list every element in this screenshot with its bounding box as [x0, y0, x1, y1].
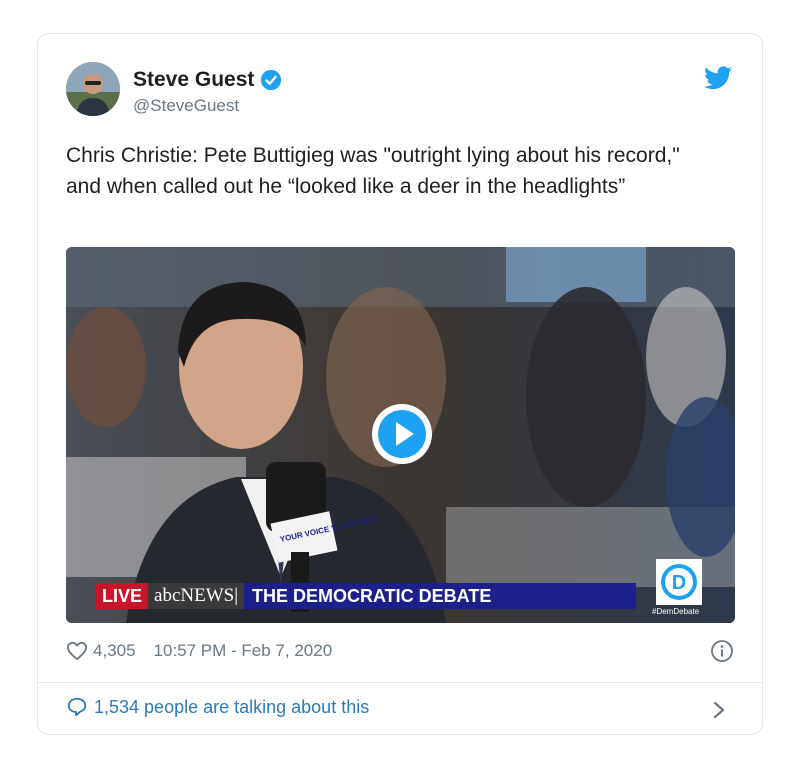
conversation-text: 1,534 people are talking about this	[94, 696, 370, 717]
dnc-hashtag: #DemDebate	[652, 607, 700, 616]
speech-bubble-icon	[67, 697, 87, 717]
like-count[interactable]: 4,305	[93, 641, 136, 661]
conversation-link[interactable]: 1,534 people are talking about this	[66, 696, 369, 718]
dnc-logo-icon: D	[656, 559, 702, 605]
author-name[interactable]: Steve Guest	[133, 68, 254, 92]
author-handle[interactable]: @SteveGuest	[133, 96, 239, 116]
tweet-timestamp[interactable]: 10:57 PM - Feb 7, 2020	[154, 641, 333, 661]
play-icon[interactable]	[370, 402, 434, 466]
network-label: abcNEWS|	[148, 583, 245, 609]
svg-text:D: D	[672, 572, 686, 594]
tweet-text: Chris Christie: Pete Buttigieg was "outr…	[66, 144, 680, 198]
tweet-card: Steve Guest @SteveGuest Chris Christie: …	[37, 33, 763, 735]
video-player[interactable]: YOUR VOICE YOUR VOTE LIVE abcNEWS| THE D…	[66, 247, 735, 623]
tweet-meta: 4,305 10:57 PM - Feb 7, 2020	[66, 641, 332, 661]
heart-icon[interactable]	[66, 641, 88, 661]
chevron-right-icon[interactable]	[712, 700, 726, 720]
live-label: LIVE	[96, 583, 149, 609]
info-icon[interactable]	[710, 639, 734, 663]
author-row: Steve Guest	[133, 68, 282, 92]
verified-badge-icon	[261, 69, 282, 91]
news-chyron: LIVE abcNEWS| THE DEMOCRATIC DEBATE	[96, 583, 637, 609]
divider	[38, 682, 762, 683]
twitter-bird-icon[interactable]	[704, 66, 732, 90]
avatar[interactable]	[66, 62, 120, 116]
chyron-title: THE DEMOCRATIC DEBATE	[244, 583, 637, 609]
